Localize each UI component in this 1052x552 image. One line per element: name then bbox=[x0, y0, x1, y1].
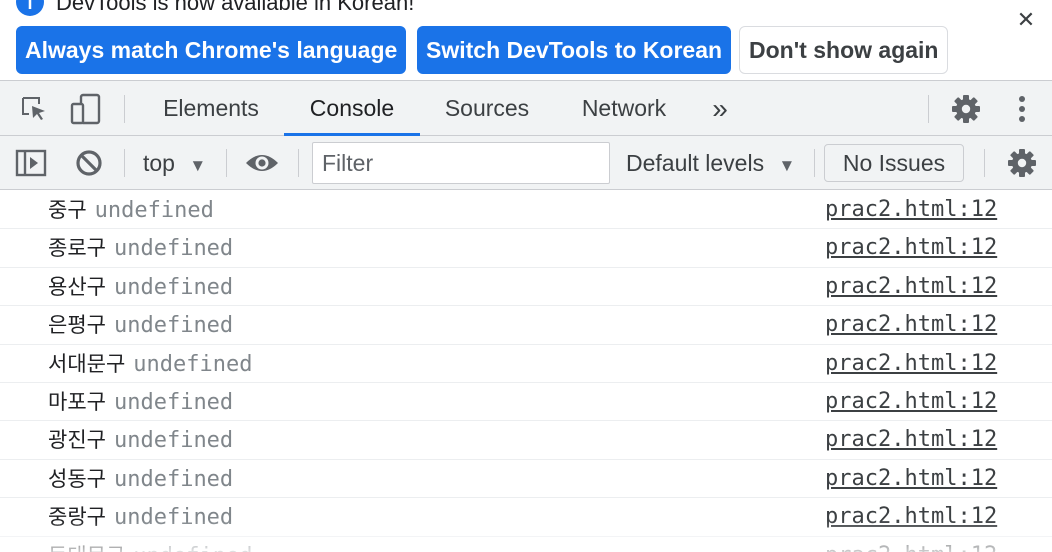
context-selector[interactable]: top ▼ bbox=[143, 136, 206, 190]
district-name: 중랑구 bbox=[48, 505, 106, 530]
message-value: undefined bbox=[113, 389, 234, 415]
info-icon: i bbox=[16, 0, 44, 16]
message-text: 중구 undefined bbox=[48, 191, 214, 230]
toolbar-divider bbox=[298, 149, 299, 177]
console-message-row: 용산구 undefined prac2.html:12 bbox=[0, 268, 1052, 307]
source-link[interactable]: prac2.html:12 bbox=[825, 268, 997, 306]
district-name: 성동구 bbox=[48, 466, 106, 491]
source-link[interactable]: prac2.html:12 bbox=[825, 421, 997, 459]
switch-to-korean-button[interactable]: Switch DevTools to Korean bbox=[417, 26, 732, 74]
district-name: 서대문구 bbox=[48, 351, 126, 376]
source-link[interactable]: prac2.html:12 bbox=[825, 345, 997, 383]
toolbar-divider bbox=[984, 149, 985, 177]
message-value: undefined bbox=[94, 198, 214, 223]
source-link[interactable]: prac2.html:12 bbox=[825, 460, 997, 498]
message-value: undefined bbox=[133, 351, 253, 377]
message-text: 중랑구 undefined bbox=[48, 498, 233, 537]
tab-network[interactable]: Network bbox=[560, 81, 688, 136]
source-link[interactable]: prac2.html:12 bbox=[825, 537, 997, 552]
tab-sources[interactable]: Sources bbox=[425, 81, 549, 136]
console-settings-gear-icon[interactable] bbox=[1004, 146, 1040, 180]
message-value: undefined bbox=[113, 236, 234, 262]
chevron-down-icon: ▼ bbox=[189, 156, 207, 175]
district-name: 동대문구 bbox=[48, 544, 125, 552]
inspect-element-icon[interactable] bbox=[16, 91, 52, 127]
close-icon[interactable]: ✕ bbox=[1014, 8, 1038, 32]
message-text: 마포구 undefined bbox=[48, 383, 233, 422]
source-link[interactable]: prac2.html:12 bbox=[825, 498, 997, 536]
tab-elements[interactable]: Elements bbox=[142, 81, 280, 136]
log-levels-dropdown[interactable]: Default levels ▼ bbox=[626, 136, 795, 190]
console-messages: 중구 undefined prac2.html:12 종로구 undefined p… bbox=[0, 191, 1052, 552]
issues-button[interactable]: No Issues bbox=[824, 144, 964, 182]
kebab-menu-icon[interactable] bbox=[1008, 91, 1036, 127]
console-message-row: 광진구 undefined prac2.html:12 bbox=[0, 421, 1052, 460]
console-message-row: 서대문구 undefined prac2.html:12 bbox=[0, 345, 1052, 383]
filter-input[interactable] bbox=[312, 142, 610, 184]
message-text: 은평구 undefined bbox=[48, 306, 233, 345]
message-value: undefined bbox=[113, 313, 234, 339]
district-name: 은평구 bbox=[48, 313, 106, 338]
context-label: top bbox=[143, 150, 175, 176]
message-value: undefined bbox=[113, 466, 234, 492]
gear-icon[interactable] bbox=[948, 91, 984, 127]
district-name: 중구 bbox=[48, 198, 87, 222]
message-value: undefined bbox=[113, 505, 234, 531]
source-link[interactable]: prac2.html:12 bbox=[825, 383, 997, 421]
console-toolbar: top ▼ Default levels ▼ No Issues bbox=[0, 136, 1052, 190]
devtools-main-toolbar: Elements Console Sources Network » bbox=[0, 80, 1052, 136]
toolbar-divider bbox=[226, 149, 227, 177]
district-name: 마포구 bbox=[48, 389, 106, 414]
console-message-row: 중랑구 undefined prac2.html:12 bbox=[0, 498, 1052, 537]
toolbar-divider bbox=[124, 95, 125, 123]
source-link[interactable]: prac2.html:12 bbox=[825, 306, 997, 344]
console-message-row: 중구 undefined prac2.html:12 bbox=[0, 191, 1052, 230]
source-link[interactable]: prac2.html:12 bbox=[825, 191, 997, 229]
console-message-row: 마포구 undefined prac2.html:12 bbox=[0, 383, 1052, 422]
console-message-row: 은평구 undefined prac2.html:12 bbox=[0, 306, 1052, 345]
toolbar-divider bbox=[928, 95, 929, 123]
more-tabs-button[interactable]: » bbox=[700, 81, 740, 136]
message-text: 종로구 undefined bbox=[48, 229, 233, 268]
log-levels-label: Default levels bbox=[626, 150, 765, 176]
console-message-row: 성동구 undefined prac2.html:12 bbox=[0, 460, 1052, 499]
district-name: 용산구 bbox=[48, 274, 106, 299]
message-value: undefined bbox=[113, 428, 234, 454]
language-infobar: i DevTools is now available in Korean! ✕… bbox=[0, 0, 1052, 80]
message-text: 서대문구 undefined bbox=[48, 345, 253, 384]
chevron-down-icon: ▼ bbox=[778, 156, 796, 175]
dont-show-again-button[interactable]: Don't show again bbox=[739, 26, 949, 74]
console-message-row: 종로구 undefined prac2.html:12 bbox=[0, 229, 1052, 268]
message-text: 동대문구 undefined bbox=[48, 537, 253, 552]
clear-console-icon[interactable] bbox=[72, 146, 106, 180]
message-value: undefined bbox=[113, 274, 234, 300]
source-link[interactable]: prac2.html:12 bbox=[825, 229, 997, 267]
message-text: 용산구 undefined bbox=[48, 268, 233, 307]
message-value: undefined bbox=[133, 544, 252, 552]
district-name: 종로구 bbox=[48, 236, 106, 261]
live-expression-eye-icon[interactable] bbox=[242, 146, 282, 180]
always-match-language-button[interactable]: Always match Chrome's language bbox=[16, 26, 407, 74]
infobar-message: DevTools is now available in Korean! bbox=[56, 0, 415, 15]
show-sidebar-icon[interactable] bbox=[14, 146, 48, 180]
district-name: 광진구 bbox=[48, 428, 106, 453]
toolbar-divider bbox=[124, 149, 125, 177]
message-text: 광진구 undefined bbox=[48, 421, 233, 460]
device-toolbar-icon[interactable] bbox=[68, 91, 104, 127]
toolbar-divider bbox=[814, 149, 815, 177]
console-message-row: 동대문구 undefined prac2.html:12 bbox=[0, 537, 1052, 552]
tab-console[interactable]: Console bbox=[284, 81, 420, 136]
message-text: 성동구 undefined bbox=[48, 460, 233, 499]
